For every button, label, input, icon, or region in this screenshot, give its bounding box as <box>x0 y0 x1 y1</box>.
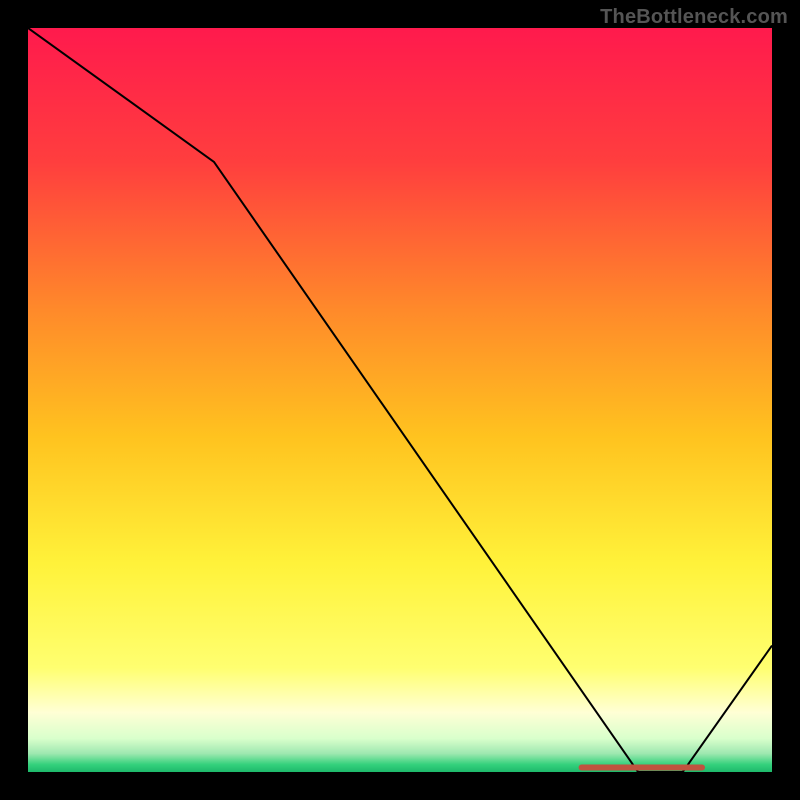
chart-stage: TheBottleneck.com <box>0 0 800 800</box>
chart-frame <box>28 28 772 772</box>
gradient-background <box>28 28 772 772</box>
watermark-text: TheBottleneck.com <box>600 6 788 29</box>
optimal-range-marker <box>579 765 705 771</box>
bottleneck-chart <box>28 28 772 772</box>
